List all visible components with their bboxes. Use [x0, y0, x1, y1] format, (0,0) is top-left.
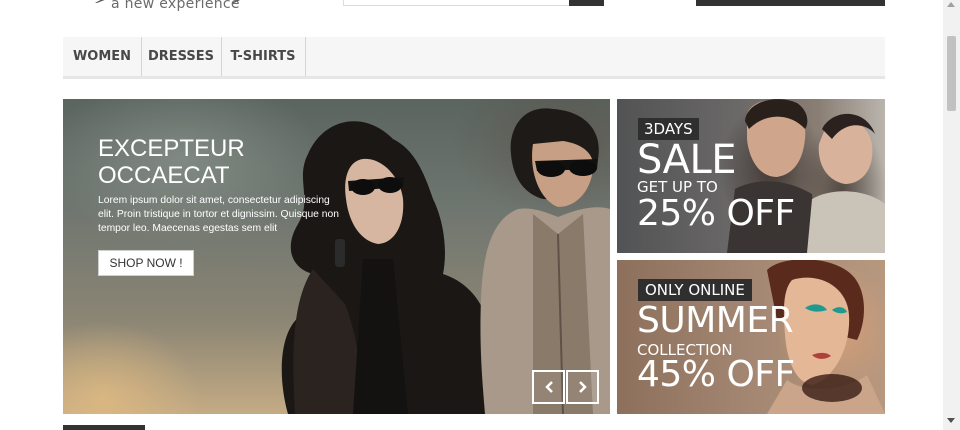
chevron-left-icon [545, 381, 553, 393]
scrollbar-thumb[interactable] [947, 36, 956, 111]
promo-tag: ONLY ONLINE [638, 279, 752, 301]
scroll-up-icon[interactable] [947, 2, 955, 7]
chevron-right-icon [579, 381, 587, 393]
menu-item-dresses[interactable]: DRESSES [141, 37, 222, 76]
promo-banner-sale[interactable]: 3DAYS SALE GET UP TO 25% OFF [617, 99, 885, 253]
promo-discount: 45% OFF [637, 354, 795, 395]
pen-decoration-icon [95, 0, 105, 3]
menu-item-tshirts[interactable]: T-SHIRTS [221, 37, 306, 76]
main-menu: WOMEN DRESSES T-SHIRTS [63, 37, 885, 79]
menu-item-women[interactable]: WOMEN [63, 37, 142, 76]
promo-discount: 25% OFF [637, 193, 795, 234]
cart-button[interactable] [696, 0, 885, 6]
slide-description: Lorem ipsum dolor sit amet, consectetur … [98, 195, 339, 234]
search-input[interactable] [343, 0, 571, 6]
page-scrollbar[interactable] [943, 0, 960, 430]
shop-now-button[interactable]: SHOP NOW ! [98, 250, 194, 276]
promo-headline: SALE [637, 137, 737, 183]
slider-next-button[interactable] [566, 370, 599, 404]
slide-title: EXCEPTEUR OCCAECAT [98, 135, 245, 189]
scroll-down-icon[interactable] [947, 418, 955, 423]
pen-decoration-icon [232, 0, 240, 3]
slider-prev-button[interactable] [532, 370, 565, 404]
homepage-slider[interactable]: EXCEPTEUR OCCAECAT Lorem ipsum dolor sit… [63, 99, 610, 414]
logo-tagline: a new experience [111, 0, 240, 12]
promo-headline: SUMMER [637, 300, 794, 341]
search-button[interactable] [569, 0, 604, 6]
section-heading-bar [63, 425, 145, 430]
promo-banner-summer[interactable]: ONLY ONLINE SUMMER COLLECTION 45% OFF [617, 260, 885, 414]
